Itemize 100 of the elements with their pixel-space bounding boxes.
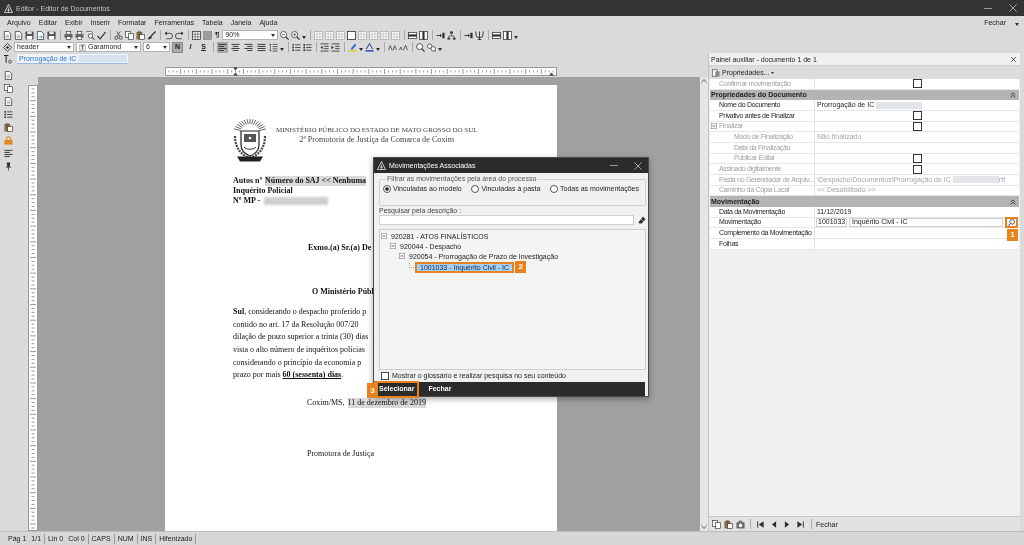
outdent-icon[interactable] bbox=[320, 42, 329, 52]
paste-icon[interactable] bbox=[724, 519, 733, 529]
collapse-chevron-icon[interactable] bbox=[1010, 92, 1016, 98]
case-label: Autos nº bbox=[233, 176, 263, 186]
date-field[interactable]: 11 de dezembro de 2019 bbox=[347, 398, 426, 409]
numbered-list-icon[interactable] bbox=[303, 42, 312, 52]
page-icon[interactable] bbox=[3, 71, 13, 80]
next-page-icon[interactable] bbox=[784, 520, 790, 528]
minimize-icon[interactable] bbox=[984, 7, 992, 9]
radio-icon[interactable] bbox=[550, 185, 558, 193]
addressee-line: Exmo.(a) Sr.(a) De bbox=[308, 243, 372, 253]
zoom-out-icon[interactable] bbox=[280, 30, 290, 40]
search-button[interactable] bbox=[1005, 217, 1018, 228]
page-arrow-icon[interactable] bbox=[36, 30, 45, 40]
align-left-icon[interactable] bbox=[217, 41, 228, 53]
zigzag-icon[interactable] bbox=[399, 42, 408, 52]
paintbrush-icon[interactable] bbox=[147, 30, 156, 40]
table-column-icon[interactable] bbox=[503, 30, 513, 40]
merge-field[interactable]: Número do SAJ << Nenhuma bbox=[265, 176, 367, 186]
bullet-list-icon[interactable] bbox=[292, 42, 301, 52]
dropdown-caret-icon[interactable] bbox=[134, 45, 138, 49]
paragraph-line: dilação de prazo superior a trinta (30) dias bbox=[233, 331, 369, 344]
highlighter-icon[interactable] bbox=[348, 42, 357, 52]
line-spacing-icon[interactable] bbox=[269, 42, 278, 52]
frame-icon[interactable] bbox=[347, 30, 357, 40]
checkbox[interactable] bbox=[912, 111, 922, 121]
paragraph-line: vista o alto número de inquéritos policias bbox=[233, 344, 365, 357]
paragraph-mark-button[interactable]: ¶ bbox=[214, 30, 221, 40]
minus-box-icon[interactable] bbox=[381, 233, 387, 239]
minus-box-icon[interactable] bbox=[399, 253, 405, 259]
arrow-to-bar-icon[interactable] bbox=[436, 30, 446, 40]
align-right-icon[interactable] bbox=[243, 41, 254, 53]
dropdown-caret-icon[interactable] bbox=[271, 33, 276, 37]
signature-line: Promotora de Justiça bbox=[307, 449, 375, 460]
bullet-list-icon[interactable] bbox=[3, 110, 13, 119]
caret-icon[interactable] bbox=[302, 35, 307, 39]
scissors-icon[interactable] bbox=[114, 30, 123, 40]
opening-line: O Ministério Públ bbox=[312, 287, 374, 297]
caret-icon[interactable] bbox=[376, 47, 380, 51]
page-icon[interactable] bbox=[14, 30, 23, 40]
caret-icon[interactable] bbox=[771, 71, 775, 74]
last-page-icon[interactable] bbox=[797, 520, 804, 528]
scroll-up-icon[interactable] bbox=[701, 79, 707, 83]
caret-icon[interactable] bbox=[1015, 23, 1019, 26]
table-column-icon[interactable] bbox=[419, 30, 429, 40]
search-field[interactable] bbox=[379, 215, 634, 225]
caret-icon[interactable] bbox=[438, 47, 442, 51]
paste-icon[interactable] bbox=[3, 123, 13, 132]
caret-icon[interactable] bbox=[359, 47, 363, 51]
camera-icon[interactable] bbox=[736, 519, 745, 529]
arrow-to-bar-icon[interactable] bbox=[464, 30, 474, 40]
redo-icon[interactable] bbox=[175, 30, 184, 40]
zigzag-icon[interactable] bbox=[388, 42, 397, 52]
text-tool-icon[interactable] bbox=[3, 54, 12, 64]
previous-page-icon[interactable] bbox=[771, 520, 777, 528]
paste-icon[interactable] bbox=[136, 30, 145, 40]
triangle-logo-icon bbox=[377, 161, 386, 170]
caret-icon[interactable] bbox=[514, 35, 519, 39]
align-center-icon[interactable] bbox=[230, 41, 241, 53]
print-preview-icon[interactable] bbox=[86, 30, 95, 40]
caret-icon[interactable] bbox=[280, 47, 284, 51]
collapse-chevron-icon[interactable] bbox=[1010, 198, 1016, 205]
indent-icon[interactable] bbox=[331, 42, 340, 52]
radio-icon[interactable] bbox=[471, 185, 480, 193]
vertical-scrollbar[interactable] bbox=[700, 77, 708, 531]
text-color-icon[interactable] bbox=[365, 42, 374, 52]
table-icon[interactable] bbox=[192, 30, 201, 40]
printer-icon[interactable] bbox=[75, 30, 84, 40]
pages-icon[interactable] bbox=[712, 68, 720, 77]
copy-icon[interactable] bbox=[125, 30, 134, 40]
minus-box-icon[interactable] bbox=[390, 243, 396, 249]
replace-icon[interactable] bbox=[427, 42, 436, 52]
triangle-logo-icon bbox=[4, 3, 13, 13]
page-icon[interactable] bbox=[3, 30, 12, 40]
trident-icon[interactable] bbox=[475, 30, 485, 40]
align-left-icon[interactable] bbox=[3, 149, 13, 158]
checkmark-icon[interactable] bbox=[97, 30, 106, 40]
align-justify-icon[interactable] bbox=[256, 41, 267, 53]
table-row-icon[interactable] bbox=[492, 30, 502, 40]
case-label: Nº MP - bbox=[233, 196, 261, 206]
dropdown-caret-icon[interactable] bbox=[67, 45, 71, 49]
copy-icon[interactable] bbox=[3, 84, 13, 93]
zoom-in-icon[interactable] bbox=[291, 30, 301, 40]
table-row-icon[interactable] bbox=[408, 30, 418, 40]
first-page-icon[interactable] bbox=[757, 520, 764, 528]
paragraph-line: Sul, considerando o despacho proferido p bbox=[233, 306, 367, 318]
eraser-icon[interactable] bbox=[638, 216, 646, 224]
hierarchy-icon[interactable] bbox=[447, 30, 457, 40]
find-icon[interactable] bbox=[416, 42, 425, 52]
page-icon[interactable] bbox=[3, 97, 13, 106]
radio-icon[interactable] bbox=[383, 185, 391, 193]
checkbox-icon[interactable] bbox=[381, 372, 389, 380]
diamond-icon[interactable] bbox=[3, 42, 12, 52]
scroll-down-icon[interactable] bbox=[701, 525, 707, 529]
copy-icon[interactable] bbox=[712, 519, 721, 529]
unit-name: 2ª Promotoria de Justiça da Comarca de Coxim bbox=[299, 135, 455, 145]
printer-icon[interactable] bbox=[64, 30, 73, 40]
dropdown-caret-icon[interactable] bbox=[163, 45, 167, 49]
undo-icon[interactable] bbox=[164, 30, 173, 40]
close-icon[interactable] bbox=[1011, 56, 1016, 62]
